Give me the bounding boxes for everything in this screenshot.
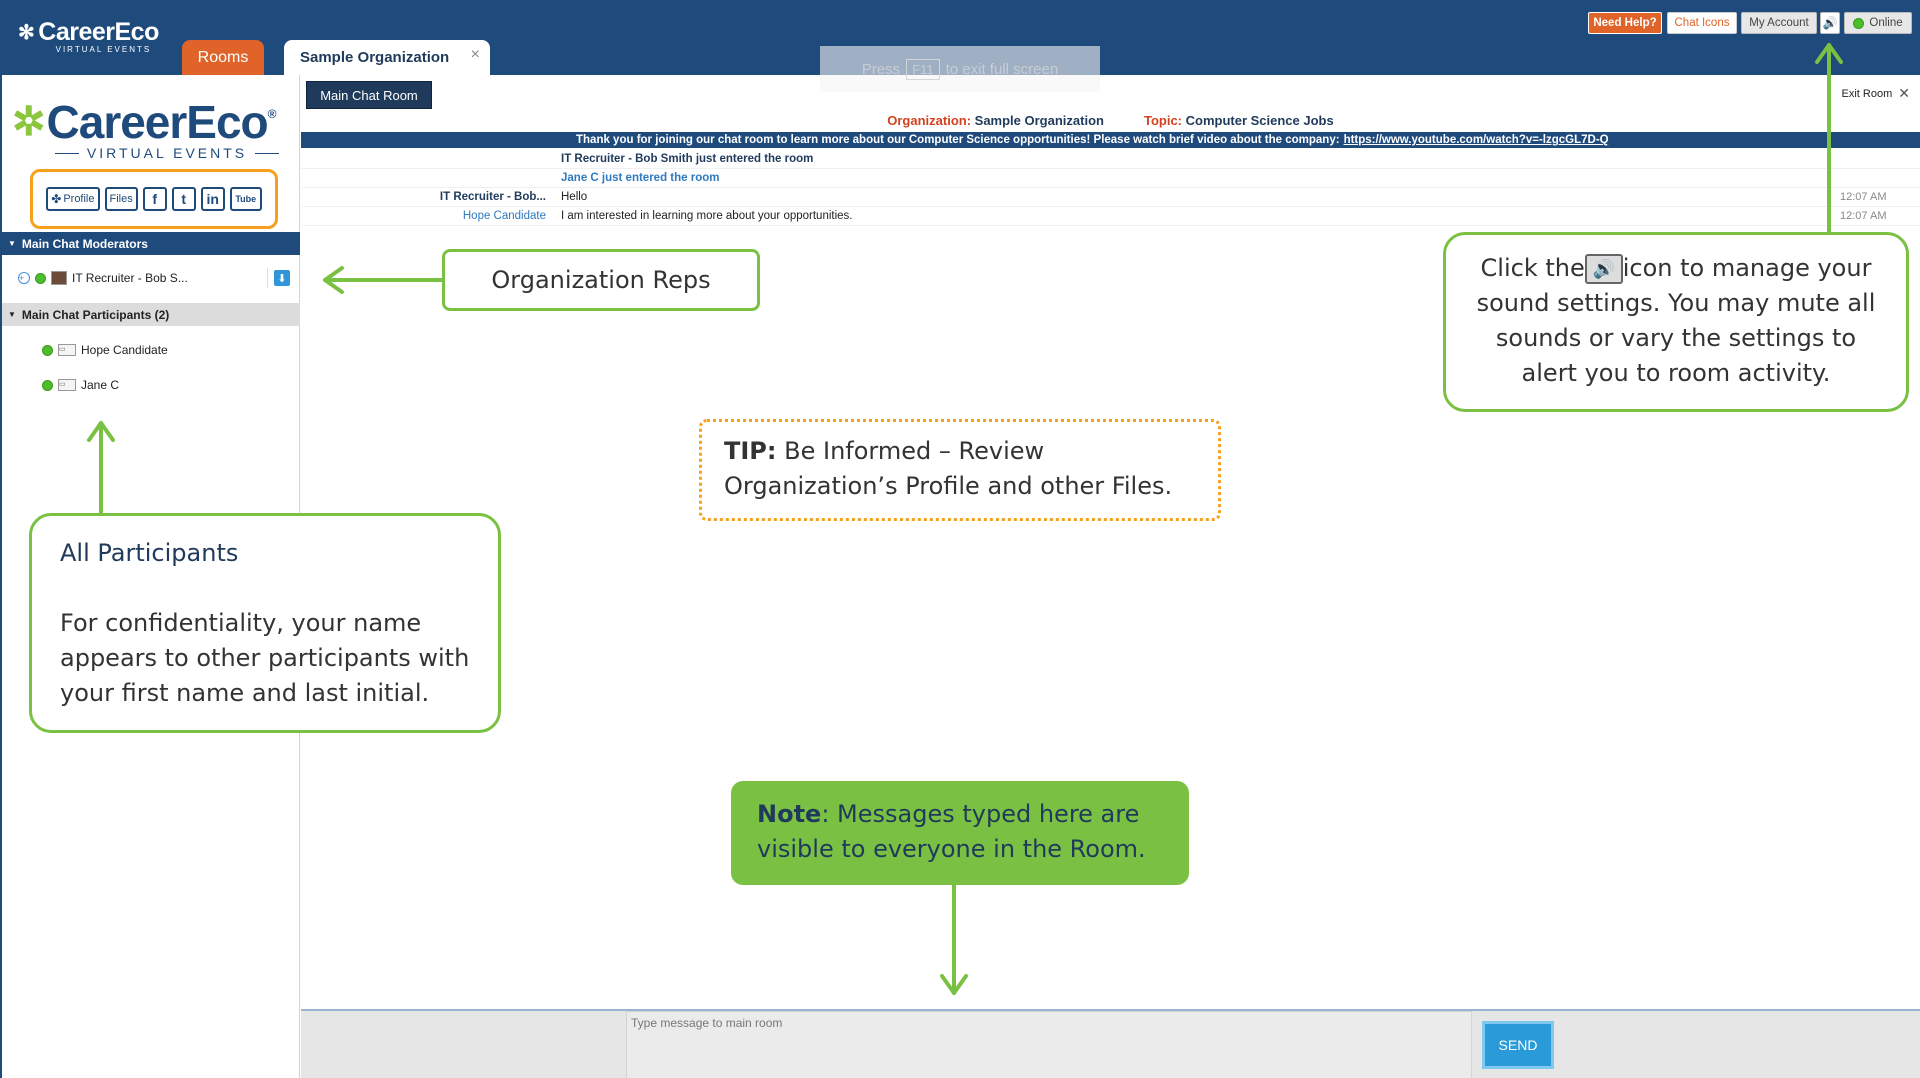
exit-room-button[interactable]: Exit Room ✕ bbox=[1842, 85, 1910, 102]
room-info: Organization: Sample Organization Topic:… bbox=[301, 110, 1920, 130]
profile-button[interactable]: ✤ Profile bbox=[46, 187, 100, 211]
profile-icon: ✤ bbox=[51, 192, 62, 206]
participants-callout-text: For confidentiality, your name appears t… bbox=[60, 609, 470, 707]
twitter-icon[interactable]: t bbox=[171, 187, 196, 211]
tab-sample-organization[interactable]: Sample Organization × bbox=[284, 40, 490, 75]
tab-org-label: Sample Organization bbox=[300, 49, 450, 66]
moderators-header[interactable]: ▼ Main Chat Moderators bbox=[2, 232, 300, 255]
organization-links: ✤ Profile Files f t in Tube bbox=[30, 169, 278, 229]
participant-row[interactable]: ▭ Hope Candidate bbox=[2, 338, 300, 362]
message-text: IT Recruiter - Bob Smith just entered th… bbox=[561, 153, 814, 165]
online-status-button[interactable]: Online bbox=[1844, 12, 1912, 34]
note-callout: Note: Messages typed here are visible to… bbox=[731, 781, 1189, 885]
sound-callout-pre: Click the bbox=[1480, 254, 1585, 282]
linkedin-icon[interactable]: in bbox=[200, 187, 225, 211]
careereco-large-logo: ✲ CareerEco ® VIRTUAL EVENTS bbox=[12, 95, 292, 161]
collapse-caret-icon: ▼ bbox=[8, 239, 16, 248]
logo-sub-text: VIRTUAL EVENTS bbox=[55, 45, 152, 54]
chat-message: IT Recruiter - Bob Smith just entered th… bbox=[301, 150, 1920, 169]
need-help-button[interactable]: Need Help? bbox=[1588, 12, 1662, 34]
bee-logo-icon: ✲ bbox=[12, 100, 46, 144]
chat-message: Hope Candidate I am interested in learni… bbox=[301, 207, 1920, 226]
profile-label: Profile bbox=[63, 193, 95, 205]
id-card-icon: ▭ bbox=[58, 344, 76, 356]
online-status-icon bbox=[42, 344, 53, 356]
close-icon: ✕ bbox=[1898, 85, 1910, 101]
message-text: Hello bbox=[561, 191, 588, 203]
collapse-caret-icon: ▼ bbox=[8, 310, 16, 319]
close-icon[interactable]: × bbox=[471, 46, 480, 64]
files-button[interactable]: Files bbox=[104, 187, 138, 211]
topic-value: Computer Science Jobs bbox=[1185, 112, 1334, 128]
registered-icon: ® bbox=[267, 107, 277, 121]
speaker-icon: 🔊 bbox=[1584, 254, 1623, 284]
download-icon[interactable]: ⬇ bbox=[274, 270, 290, 286]
fullscreen-prefix: Press bbox=[861, 60, 901, 78]
id-card-icon: ▭ bbox=[58, 379, 76, 391]
participants-header[interactable]: ▼ Main Chat Participants (2) bbox=[2, 303, 300, 326]
message-author[interactable]: IT Recruiter - Bob... bbox=[301, 191, 561, 203]
message-time: 12:07 AM bbox=[1840, 191, 1887, 203]
participants-header-label: Main Chat Participants (2) bbox=[21, 307, 170, 322]
message-text: I am interested in learning more about y… bbox=[561, 210, 853, 222]
logo-sub-text: VIRTUAL EVENTS bbox=[86, 145, 248, 161]
participants-callout-title: All Participants bbox=[60, 539, 239, 567]
banner-link[interactable]: https://www.youtube.com/watch?v=-lzgcGL7… bbox=[1344, 134, 1609, 146]
my-account-button[interactable]: My Account bbox=[1741, 12, 1817, 34]
tip-label: TIP: bbox=[724, 437, 777, 465]
logo-brand-text: CareerEco bbox=[38, 18, 159, 46]
online-label: Online bbox=[1869, 17, 1903, 29]
topic-label: Topic: bbox=[1143, 112, 1182, 128]
participant-row[interactable]: ▭ Jane C bbox=[2, 373, 300, 397]
topic-info: Topic: Computer Science Jobs bbox=[1144, 113, 1334, 128]
moderators-header-label: Main Chat Moderators bbox=[21, 236, 148, 251]
fullscreen-suffix: to exit full screen bbox=[945, 60, 1059, 78]
chat-icons-button[interactable]: Chat Icons bbox=[1667, 12, 1737, 34]
message-text: Jane C just entered the room bbox=[561, 172, 720, 184]
speaker-icon[interactable]: 🔊 bbox=[1820, 12, 1840, 34]
avatar bbox=[51, 271, 67, 285]
message-author[interactable]: Hope Candidate bbox=[301, 210, 561, 222]
youtube-icon[interactable]: Tube bbox=[229, 187, 262, 211]
tab-main-chat-room[interactable]: Main Chat Room bbox=[306, 81, 432, 109]
note-label: Note bbox=[757, 800, 822, 828]
moderator-row[interactable]: + IT Recruiter - Bob S... ⬇ bbox=[2, 266, 300, 290]
message-composer: SEND bbox=[301, 1009, 1920, 1078]
moderator-name: IT Recruiter - Bob S... bbox=[72, 271, 188, 285]
fullscreen-key: F11 bbox=[906, 58, 940, 80]
org-value: Sample Organization bbox=[974, 112, 1104, 128]
facebook-icon[interactable]: f bbox=[142, 187, 167, 211]
logo-brand-text: CareerEco bbox=[46, 96, 269, 148]
chat-message: IT Recruiter - Bob... Hello 12:07 AM bbox=[301, 188, 1920, 207]
careereco-logo: ✻ CareerEco VIRTUAL EVENTS bbox=[18, 18, 159, 54]
org-label: Organization: bbox=[887, 112, 972, 128]
divider bbox=[267, 268, 268, 288]
online-status-icon bbox=[1853, 17, 1865, 29]
org-info: Organization: Sample Organization bbox=[887, 113, 1104, 128]
online-status-icon bbox=[35, 272, 46, 284]
online-status-icon bbox=[42, 379, 53, 391]
sound-settings-callout: Click the 🔊 icon to manage your sound sett… bbox=[1443, 232, 1909, 412]
participant-name: Jane C bbox=[81, 378, 120, 392]
all-participants-callout: All Participants For confidentiality, yo… bbox=[29, 513, 501, 733]
exit-room-label: Exit Room bbox=[1841, 87, 1893, 100]
tip-text: Be Informed – Review Organization’s Prof… bbox=[724, 437, 1173, 500]
chat-main: Main Chat Room Exit Room ✕ Organization:… bbox=[301, 75, 1920, 1078]
fullscreen-hint: Press F11 to exit full screen bbox=[820, 46, 1100, 92]
bee-logo-icon: ✻ bbox=[18, 22, 35, 44]
room-banner: Thank you for joining our chat room to l… bbox=[301, 132, 1920, 148]
banner-text: Thank you for joining our chat room to l… bbox=[576, 134, 1340, 146]
message-time: 12:07 AM bbox=[1840, 210, 1887, 222]
message-input[interactable] bbox=[626, 1011, 1472, 1078]
send-button[interactable]: SEND bbox=[1482, 1021, 1554, 1069]
organization-reps-callout: Organization Reps bbox=[442, 249, 760, 311]
participant-name: Hope Candidate bbox=[81, 343, 168, 357]
add-contact-icon[interactable]: + bbox=[18, 272, 30, 284]
chat-message: Jane C just entered the room bbox=[301, 169, 1920, 188]
tab-rooms[interactable]: Rooms bbox=[182, 40, 264, 75]
tip-callout: TIP: Be Informed – Review Organization’s… bbox=[699, 419, 1221, 521]
